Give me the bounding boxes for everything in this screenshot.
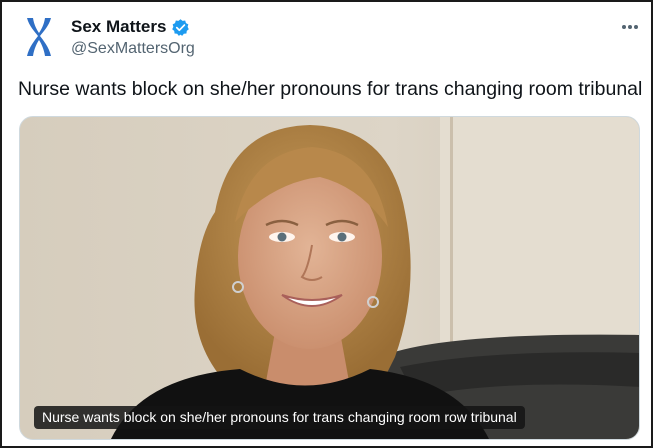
more-horizontal-icon xyxy=(622,25,638,29)
post-text: Nurse wants block on she/her pronouns fo… xyxy=(18,78,643,100)
photo-woman-on-sofa xyxy=(20,117,639,439)
avatar[interactable] xyxy=(16,14,62,60)
chromosome-logo-icon xyxy=(27,18,51,56)
author-row: Sex Matters xyxy=(71,17,190,37)
tweet-card[interactable]: Sex Matters @SexMattersOrg Nurse wants b… xyxy=(0,0,653,448)
author-handle[interactable]: @SexMattersOrg xyxy=(71,40,195,58)
more-options-button[interactable] xyxy=(617,17,643,37)
media-caption: Nurse wants block on she/her pronouns fo… xyxy=(34,406,525,429)
author-name[interactable]: Sex Matters xyxy=(71,17,166,37)
post-media-image[interactable]: Nurse wants block on she/her pronouns fo… xyxy=(19,116,640,440)
verified-badge-icon xyxy=(172,18,190,36)
